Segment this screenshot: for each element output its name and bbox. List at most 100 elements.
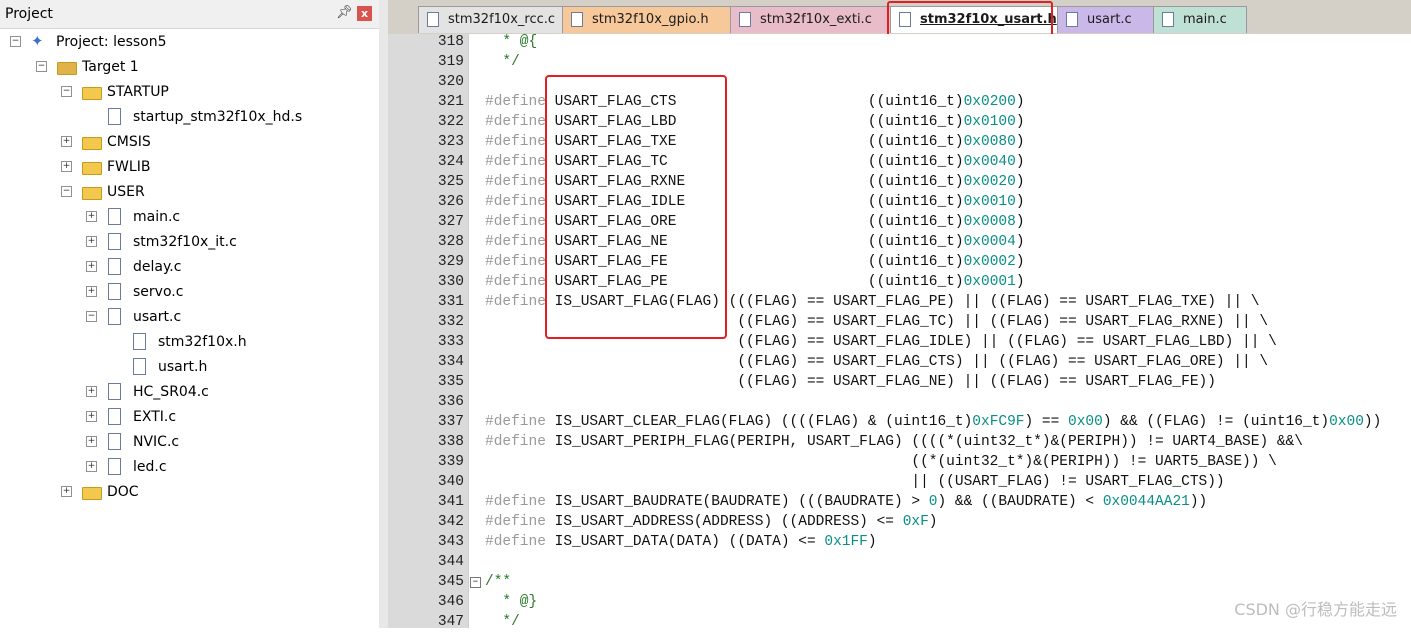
expand-icon[interactable]: + <box>61 161 72 172</box>
code-token: )) <box>1189 494 1208 510</box>
watermark: CSDN @行稳方能走远 <box>1234 600 1397 619</box>
code-line[interactable]: 334 ((FLAG) == USART_FLAG_CTS) || ((FLAG… <box>388 352 1411 372</box>
tree-item-label: Project: lesson5 <box>56 34 167 50</box>
code-line[interactable]: 343 #define IS_USART_DATA(DATA) ((DATA) <… <box>388 532 1411 552</box>
line-number: 338 <box>437 434 464 450</box>
code-line[interactable]: 322 #define USART_FLAG_LBD ((uint16_t)0x0… <box>388 112 1411 132</box>
tree-item[interactable]: − Target 1 <box>0 55 370 79</box>
collapse-icon[interactable]: − <box>36 61 47 72</box>
tree-item[interactable]: + NVIC.c <box>0 430 370 454</box>
expand-icon[interactable]: + <box>86 211 97 222</box>
collapse-icon[interactable]: − <box>61 86 72 97</box>
expand-icon[interactable]: + <box>86 261 97 272</box>
code-line[interactable]: 330 #define USART_FLAG_PE ((uint16_t)0x00… <box>388 272 1411 292</box>
code-line[interactable]: 333 ((FLAG) == USART_FLAG_IDLE) || ((FLA… <box>388 332 1411 352</box>
file-icon <box>1162 12 1174 27</box>
code-token: ) <box>928 514 938 530</box>
line-number: 335 <box>437 374 464 390</box>
code-text: * @{ <box>485 32 537 52</box>
keyword-token: #define <box>485 534 546 550</box>
close-project-pane-button[interactable]: x <box>357 6 372 21</box>
keyword-token: #define <box>485 234 546 250</box>
code-line[interactable]: 341 #define IS_USART_BAUDRATE(BAUDRATE) (… <box>388 492 1411 512</box>
code-line[interactable]: 318 * @{ <box>388 32 1411 52</box>
file-icon <box>108 308 121 325</box>
expand-icon[interactable]: + <box>86 236 97 247</box>
editor-tab[interactable]: stm32f10x_rcc.c <box>418 6 564 33</box>
line-number: 336 <box>437 394 464 410</box>
tree-item[interactable]: + DOC <box>0 480 370 504</box>
code-line[interactable]: 325 #define USART_FLAG_RXNE ((uint16_t)0x… <box>388 172 1411 192</box>
expand-icon[interactable]: + <box>86 461 97 472</box>
tree-item[interactable]: startup_stm32f10x_hd.s <box>0 105 370 129</box>
code-line[interactable]: 336 <box>388 392 1411 412</box>
editor-tab[interactable]: main.c <box>1153 6 1247 33</box>
code-line[interactable]: 326 #define USART_FLAG_IDLE ((uint16_t)0x… <box>388 192 1411 212</box>
code-line[interactable]: 321 #define USART_FLAG_CTS ((uint16_t)0x0… <box>388 92 1411 112</box>
tree-item-label: FWLIB <box>107 159 151 175</box>
code-line[interactable]: 329 #define USART_FLAG_FE ((uint16_t)0x00… <box>388 252 1411 272</box>
number-token: 0x0010 <box>963 194 1016 210</box>
tree-item[interactable]: + servo.c <box>0 280 370 304</box>
editor-tab[interactable]: usart.c <box>1057 6 1155 33</box>
code-token: ) == <box>1024 414 1069 430</box>
tree-item[interactable]: − usart.c <box>0 305 370 329</box>
code-line[interactable]: 320 <box>388 72 1411 92</box>
code-line[interactable]: 327 #define USART_FLAG_ORE ((uint16_t)0x0… <box>388 212 1411 232</box>
number-token: 0x0001 <box>963 274 1016 290</box>
expand-icon[interactable]: + <box>61 136 72 147</box>
expand-icon[interactable]: + <box>86 411 97 422</box>
line-number: 342 <box>437 514 464 530</box>
code-line[interactable]: 319 */ <box>388 52 1411 72</box>
target-icon <box>57 62 77 75</box>
collapse-icon[interactable]: − <box>86 311 97 322</box>
code-token: ((*(uint32_t*)&(PERIPH)) != UART5_BASE))… <box>485 454 1277 470</box>
code-line[interactable]: 332 ((FLAG) == USART_FLAG_TC) || ((FLAG)… <box>388 312 1411 332</box>
code-line[interactable]: 328 #define USART_FLAG_NE ((uint16_t)0x00… <box>388 232 1411 252</box>
tree-item[interactable]: + HC_SR04.c <box>0 380 370 404</box>
tree-item[interactable]: + EXTI.c <box>0 405 370 429</box>
tree-item-label: Target 1 <box>82 59 139 75</box>
expand-icon[interactable]: + <box>86 436 97 447</box>
editor-tab[interactable]: stm32f10x_exti.c <box>730 6 892 33</box>
expand-icon[interactable]: + <box>86 286 97 297</box>
tree-item[interactable]: − ✦ Project: lesson5 <box>0 30 370 54</box>
pin-icon[interactable]: 📌︎ <box>336 5 353 21</box>
expand-icon[interactable]: + <box>61 486 72 497</box>
collapse-icon[interactable]: − <box>61 186 72 197</box>
code-line[interactable]: 335 ((FLAG) == USART_FLAG_NE) || ((FLAG)… <box>388 372 1411 392</box>
tree-item[interactable]: + CMSIS <box>0 130 370 154</box>
expand-icon[interactable]: + <box>86 386 97 397</box>
code-line[interactable]: 344 <box>388 552 1411 572</box>
tree-item[interactable]: + main.c <box>0 205 370 229</box>
tree-item[interactable]: − USER <box>0 180 370 204</box>
code-line[interactable]: 340 || ((USART_FLAG) != USART_FLAG_CTS)) <box>388 472 1411 492</box>
tree-item[interactable]: stm32f10x.h <box>0 330 370 354</box>
collapse-icon[interactable]: − <box>10 36 21 47</box>
pane-splitter[interactable] <box>379 0 388 628</box>
editor-tab-label: usart.c <box>1087 12 1132 27</box>
tree-item[interactable]: + stm32f10x_it.c <box>0 230 370 254</box>
code-line[interactable]: 331 #define IS_USART_FLAG(FLAG) (((FLAG) … <box>388 292 1411 312</box>
code-line[interactable]: 338 #define IS_USART_PERIPH_FLAG(PERIPH, … <box>388 432 1411 452</box>
code-text: #define IS_USART_DATA(DATA) ((DATA) <= 0… <box>485 532 877 552</box>
tree-item[interactable]: + led.c <box>0 455 370 479</box>
code-line[interactable]: 324 #define USART_FLAG_TC ((uint16_t)0x00… <box>388 152 1411 172</box>
folder-icon <box>82 162 102 175</box>
code-line[interactable]: 342 #define IS_USART_ADDRESS(ADDRESS) ((A… <box>388 512 1411 532</box>
tree-item[interactable]: + FWLIB <box>0 155 370 179</box>
fold-toggle-icon[interactable]: − <box>470 577 481 588</box>
tree-item[interactable]: − STARTUP <box>0 80 370 104</box>
code-token: ) <box>1015 254 1025 270</box>
tree-item[interactable]: usart.h <box>0 355 370 379</box>
editor-tab[interactable]: stm32f10x_gpio.h <box>562 6 732 33</box>
code-line[interactable]: 339 ((*(uint32_t*)&(PERIPH)) != UART5_BA… <box>388 452 1411 472</box>
tree-item[interactable]: + delay.c <box>0 255 370 279</box>
code-line[interactable]: 323 #define USART_FLAG_TXE ((uint16_t)0x0… <box>388 132 1411 152</box>
code-editor[interactable]: 318 * @{319 */320 321 #define USART_FLAG_C… <box>388 32 1411 630</box>
code-token: IS_USART_PERIPH_FLAG(PERIPH, USART_FLAG)… <box>545 434 1303 450</box>
code-line[interactable]: 337 #define IS_USART_CLEAR_FLAG(FLAG) (((… <box>388 412 1411 432</box>
code-line[interactable]: 345−/** <box>388 572 1411 592</box>
tree-item-label: EXTI.c <box>133 409 177 425</box>
code-token: ) && ((BAUDRATE) < <box>937 494 1103 510</box>
